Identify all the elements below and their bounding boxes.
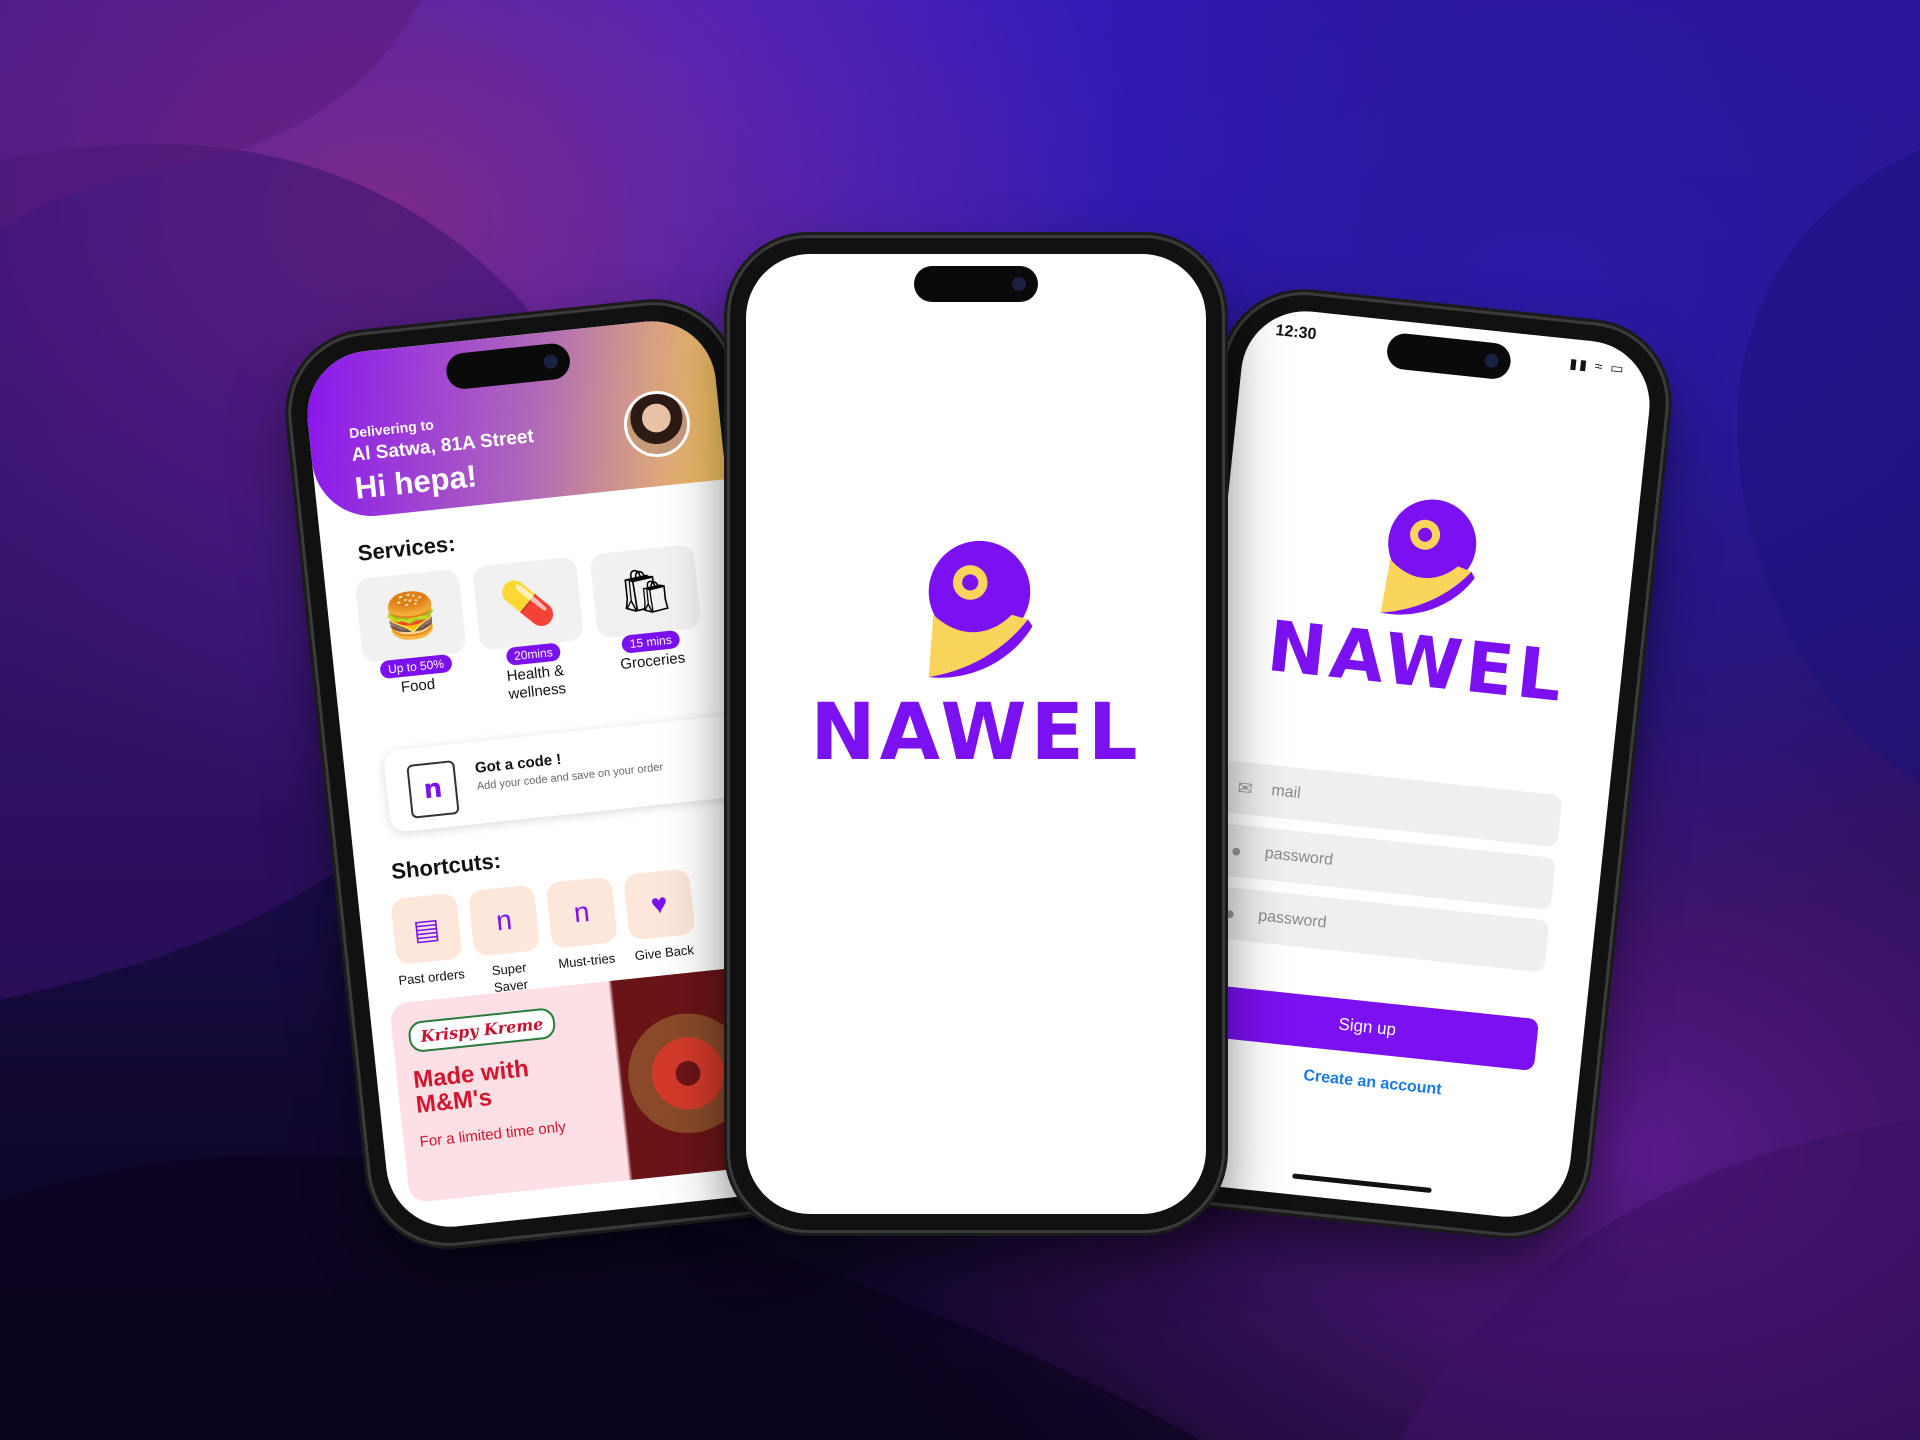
status-bar-icons: ▮▮ ≈ ▭ [1568,354,1627,378]
nawel-logo: NAWEL [1209,472,1638,718]
shortcuts-title: Shortcuts: [390,847,503,885]
dynamic-island [1385,331,1513,381]
burger-icon: 🍔 [354,568,467,664]
pharmacy-icon: 💊 [471,556,585,651]
shortcut-must-tries[interactable]: n Must-tries [543,876,622,974]
status-time: 12:30 [1274,322,1318,344]
service-card-health[interactable]: 💊 20mins Health & wellness [471,556,590,706]
password-placeholder: password [1264,844,1334,869]
code-voucher-icon: n [406,760,460,819]
heart-hands-icon: ♥ [622,868,696,941]
lock-icon: ● [1229,840,1243,862]
home-screen: Delivering to Al Satwa, 81A Street Hi he… [301,314,801,1234]
promo-code-card[interactable]: n Got a code ! Add your code and save on… [382,713,750,834]
wifi-icon: ≈ [1594,357,1606,375]
nawel-wordmark: NAWEL [810,688,1142,778]
mail-icon: ✉ [1236,777,1254,800]
shortcut-label: Past orders [397,966,466,989]
shortcut-past-orders[interactable]: ▤ Past orders [388,892,467,990]
signup-button[interactable]: Sign up [1195,983,1540,1072]
battery-icon: ▭ [1609,359,1627,377]
splash-screen: NAWEL [746,254,1206,1214]
saver-tag-icon: n [467,884,541,957]
shortcut-give-back[interactable]: ♥ Give Back [621,868,700,966]
phone-splash-screen: NAWEL [730,238,1222,1230]
shortcut-super-saver[interactable]: n Super Saver [466,884,547,999]
service-card-groceries[interactable]: 🛍 15 mins Groceries [589,543,705,676]
mail-placeholder: mail [1270,782,1302,803]
nawel-logo-mark [1380,499,1477,615]
avatar[interactable] [620,387,694,461]
home-header: Delivering to Al Satwa, 81A Street Hi he… [301,314,727,522]
nawel-logo-mark [928,540,1033,678]
promo-subtitle: For a limited time only [418,1118,567,1151]
sparkle-n-icon: n [545,876,618,949]
receipt-icon: ▤ [390,892,463,966]
nawel-wordmark: NAWEL [1263,605,1570,718]
shortcut-label: Must-tries [557,950,616,972]
greeting-title: Hi hepa! [353,458,479,506]
promo-brand-logo: Krispy Kreme [407,1007,557,1054]
confirm-password-placeholder: password [1257,907,1328,932]
service-card-food[interactable]: 🍔 Up to 50% Food [354,568,471,701]
shortcut-label: Give Back [634,942,695,964]
services-title: Services: [356,530,457,566]
lock-icon: ● [1223,902,1237,924]
grocery-bag-icon: 🛍 [589,543,702,639]
login-screen: 12:30 ▮▮ ≈ ▭ NAWEL ✉ mail ● password ● p… [1156,304,1656,1224]
dynamic-island [914,266,1038,302]
service-label: Groceries [619,649,686,674]
nawel-logo: NAWEL [746,534,1206,772]
service-label: Health & wellness [505,662,567,703]
home-indicator [1292,1173,1432,1193]
signal-icon: ▮▮ [1568,354,1590,373]
promo-headline: Made with M&M's [411,1055,531,1120]
service-label: Food [400,675,436,697]
